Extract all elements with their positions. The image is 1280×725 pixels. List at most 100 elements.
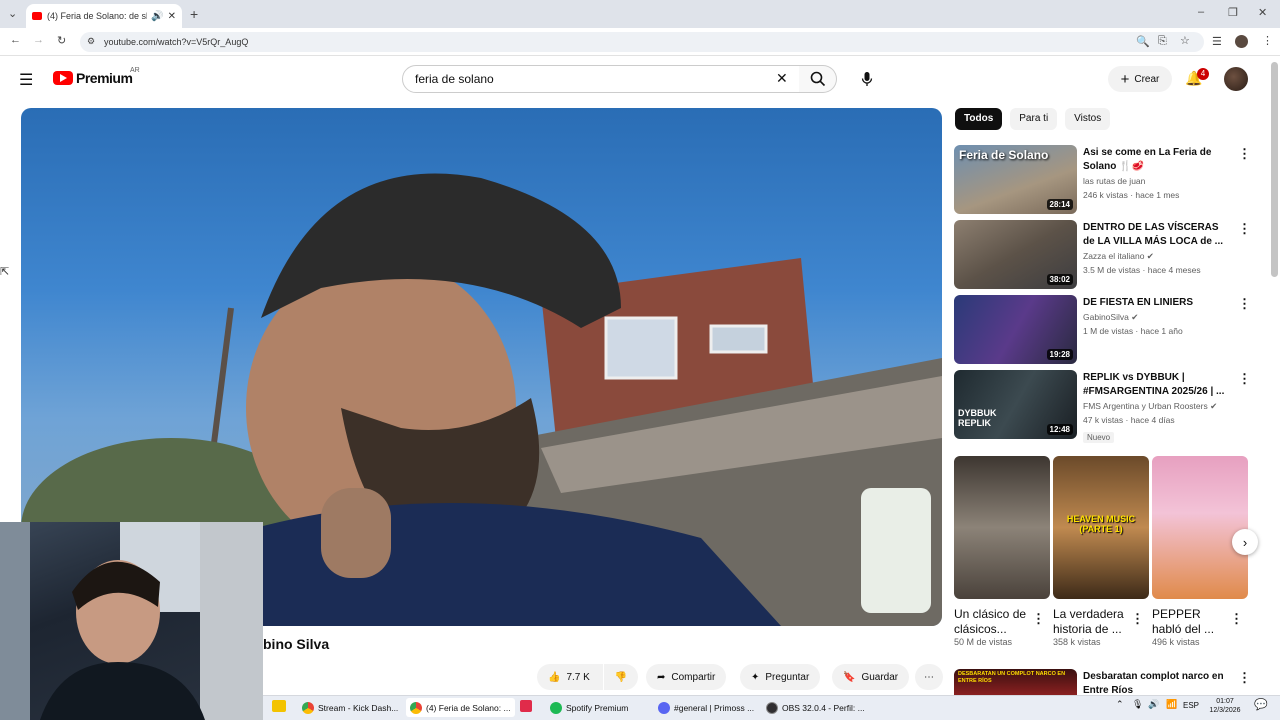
rec-thumbnail[interactable]: 38:02 [954,220,1077,289]
minimize-icon[interactable]: – [1198,6,1204,18]
rec-channel: las rutas de juan [1083,176,1146,186]
short-info[interactable]: PEPPER habló del ... 496 k vistas [1152,607,1228,647]
shorts-next-button[interactable]: › [1232,529,1258,555]
system-clock[interactable]: 01:07 12/3/2026 [1208,697,1242,715]
rec-title: DE FIESTA EN LINIERS [1083,297,1194,308]
rec-meta: 47 k vistas · hace 4 días [1083,415,1175,425]
account-avatar[interactable] [1224,67,1248,91]
reload-icon[interactable]: ↻ [57,34,66,47]
notification-count-badge: 4 [1197,68,1209,80]
taskbar-item-stream[interactable]: Stream - Kick Dash... [298,698,402,717]
region-label: AR [130,67,140,74]
brand-label: Premium [76,70,133,86]
page-scrollbar[interactable] [1271,62,1278,277]
thumbnail-text: DYBBUK REPLIK [958,408,997,428]
thumbs-down-icon: 👎 [614,671,628,683]
rec-menu-icon[interactable]: ⋮ [1238,670,1251,686]
save-button[interactable]: 🔖 Guardar [832,664,910,690]
chip-vistos[interactable]: Vistos [1065,108,1111,130]
chip-para-ti[interactable]: Para ti [1010,108,1058,130]
channel-name[interactable]: bino Silva [263,636,329,652]
rec-thumbnail[interactable]: DYBBUK REPLIK 12:48 [954,370,1077,439]
rec-info[interactable]: DE FIESTA EN LINIERS GabinoSilva ✔ 1 M d… [1083,296,1233,338]
site-info-icon[interactable]: ⚙ [87,36,95,47]
short-menu-icon[interactable]: ⋮ [1032,611,1045,627]
short-info[interactable]: La verdadera historia de ... 358 k vista… [1053,607,1129,647]
tray-chevron-icon[interactable]: ⌃ [1116,699,1124,710]
search-input[interactable]: feria de solano [402,65,800,93]
bookmark-star-icon[interactable]: ☆ [1180,34,1190,47]
short-menu-icon[interactable]: ⋮ [1131,611,1144,627]
file-explorer-icon[interactable] [272,700,286,712]
create-label: Crear [1134,73,1160,85]
voice-search-button[interactable] [852,65,882,93]
taskbar-label: Stream - Kick Dash... [318,702,399,713]
profile-avatar[interactable] [1235,35,1248,48]
zoom-icon[interactable]: 🔍 [1136,35,1150,48]
browser-menu-icon[interactable]: ⋮ [1262,34,1273,47]
chrome-icon [302,701,314,714]
filter-chips: Todos Para ti Vistos [955,108,1111,130]
rec-info[interactable]: REPLIK vs DYBBUK | #FMSARGENTINA 2025/26… [1083,371,1233,445]
short-info[interactable]: Un clásico de clásicos... 50 M de vistas [954,607,1029,647]
ask-button[interactable]: ✦ Preguntar [740,664,821,690]
hamburger-menu-icon[interactable]: ☰ [19,70,33,90]
rec-thumbnail[interactable]: 19:28 [954,295,1077,364]
language-indicator[interactable]: ESP [1183,701,1199,710]
spotify-icon [550,701,562,714]
clock-time: 01:07 [1216,698,1234,705]
taskbar-item-youtube[interactable]: (4) Feria de Solano: ... [406,698,515,717]
forward-icon[interactable]: → [33,34,44,46]
short-thumbnail[interactable]: HEAVEN MUSIC (PARTE 1) [1053,456,1149,599]
rec-info[interactable]: Asi se come en La Feria de Solano 🍴🥩 las… [1083,146,1233,202]
verified-icon: ✔ [1210,401,1218,411]
bookmark-icon: 🔖 [843,671,856,683]
rec-title: Asi se come en La Feria de Solano 🍴🥩 [1083,147,1212,172]
search-button[interactable] [799,65,837,93]
volume-icon[interactable]: 🔊 [1148,699,1159,710]
rec-title[interactable]: Desbaratan complot narco en Entre Ríos [1083,670,1233,695]
rec-menu-icon[interactable]: ⋮ [1238,221,1251,237]
dislike-button[interactable]: 👎 [604,664,638,690]
rec-menu-icon[interactable]: ⋮ [1238,371,1251,387]
back-icon[interactable]: ← [10,34,21,46]
clear-search-icon[interactable]: ✕ [776,70,788,87]
app-red-icon[interactable] [520,700,532,712]
window-close-icon[interactable]: ✕ [1258,6,1267,19]
chrome-icon [410,701,422,714]
duration-badge: 19:28 [1046,349,1073,360]
short-meta: 496 k vistas [1152,637,1200,647]
short-thumbnail[interactable] [954,456,1050,599]
short-menu-icon[interactable]: ⋮ [1230,611,1243,627]
create-button[interactable]: + Crear [1108,66,1172,92]
rec-title: DENTRO DE LAS VÍSCERAS de LA VILLA MÁS L… [1083,222,1223,247]
rec-menu-icon[interactable]: ⋮ [1238,146,1251,162]
chip-todos[interactable]: Todos [955,108,1003,130]
youtube-logo-icon[interactable] [53,71,73,85]
new-tab-icon[interactable]: + [190,6,198,22]
tab-audio-icon[interactable]: 🔊 [151,11,163,22]
install-app-icon[interactable]: ⎘ [1158,35,1167,48]
like-button[interactable]: 👍 7.7 K [537,664,603,690]
taskbar-item-discord[interactable]: #general | Primoss ... [654,698,758,717]
url-bar[interactable]: youtube.com/watch?v=V5rQr_AugQ [80,32,1204,52]
network-icon[interactable]: 📶 [1166,699,1177,710]
short-thumbnail[interactable] [1152,456,1248,599]
reading-list-icon[interactable]: ☰ [1212,35,1222,48]
more-actions-button[interactable]: ⋯ [915,664,943,690]
rec-menu-icon[interactable]: ⋮ [1238,296,1251,312]
taskbar-item-spotify[interactable]: Spotify Premium [546,698,632,717]
taskbar-item-obs[interactable]: OBS 32.0.4 - Perfil: ... [762,698,869,717]
duration-badge: 38:02 [1046,274,1073,285]
browser-tab-active[interactable]: (4) Feria de Solano: de shop 🔊 ✕ [26,4,182,28]
rec-thumbnail[interactable]: Feria de Solano 28:14 [954,145,1077,214]
rec-info[interactable]: DENTRO DE LAS VÍSCERAS de LA VILLA MÁS L… [1083,221,1233,277]
share-button[interactable]: ➦ Compartir [646,664,727,690]
rec-channel: Zazza el italiano ✔ [1083,251,1154,261]
microphone-tray-icon[interactable]: 🎙 [1132,699,1143,710]
rec-thumbnail[interactable]: DESBARATAN UN COMPLOT NARCO EN ENTRE RÍO… [954,669,1077,695]
tab-search-icon[interactable]: ⌄ [8,7,17,20]
tab-close-icon[interactable]: ✕ [168,11,176,22]
notification-center-icon[interactable]: 💬 [1254,698,1268,711]
restore-icon[interactable]: ❐ [1228,6,1238,19]
